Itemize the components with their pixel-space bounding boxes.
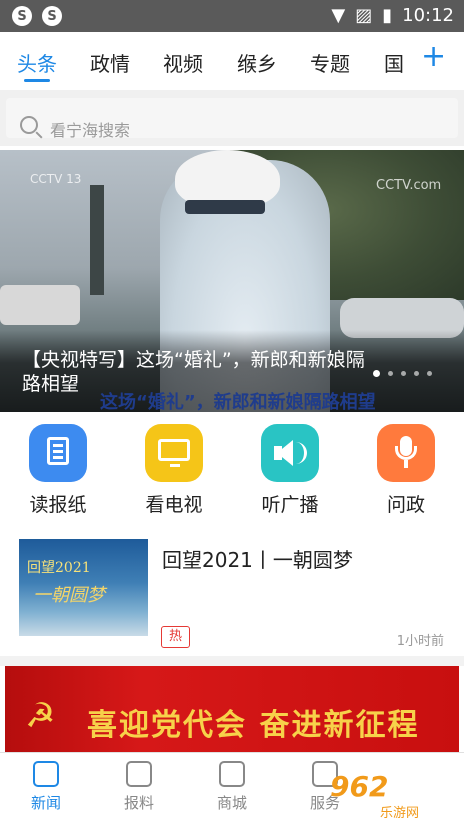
hot-badge: 热 <box>161 626 190 648</box>
quick-label: 看电视 <box>145 494 203 516</box>
promo-text: 喜迎党代会 奋进新征程 <box>87 708 420 743</box>
newspaper-icon <box>33 761 59 787</box>
wifi-icon: ▼ <box>331 5 346 26</box>
cctv-com-logo: CCTV.com <box>376 178 442 193</box>
section-divider <box>0 656 464 666</box>
nav-mall[interactable]: 商城 <box>202 761 262 813</box>
carousel-dot[interactable] <box>414 371 419 376</box>
watermark-logo: 962 <box>330 770 389 803</box>
status-bar: S S ▼ ▨ ▮ 10:12 <box>0 0 464 32</box>
carousel-dot[interactable] <box>401 371 406 376</box>
tab-topics[interactable]: 专题 <box>310 48 350 77</box>
add-channel-icon[interactable]: + <box>421 42 446 72</box>
headline-banner[interactable]: CCTV 13 CCTV.com 【央视特写】这场“婚礼”，新郎和新娘隔路相望 … <box>0 150 464 412</box>
quick-watch-tv[interactable]: 看电视 <box>139 424 209 517</box>
nav-label: 报料 <box>123 794 154 812</box>
channel-tabs: 头条 政情 视频 缑乡 专题 国 + <box>0 32 464 90</box>
active-tab-indicator <box>24 79 50 82</box>
tab-video[interactable]: 视频 <box>163 48 203 77</box>
thumbnail-text: 回望2021 <box>27 560 91 576</box>
banner-subtitle: 这场“婚礼”，新郎和新娘隔路相望 <box>100 392 376 412</box>
carousel-dots <box>373 370 432 377</box>
no-sim-icon: ▨ <box>355 5 373 26</box>
banner-car <box>0 285 80 325</box>
banner-building <box>90 185 104 295</box>
tab-headline[interactable]: 头条 <box>17 48 57 77</box>
news-timestamp: 1小时前 <box>396 634 444 649</box>
nav-label: 商城 <box>216 794 247 812</box>
carousel-dot[interactable] <box>373 370 380 377</box>
nav-news[interactable]: 新闻 <box>16 761 76 813</box>
promo-banner[interactable]: ☭ 喜迎党代会 奋进新征程 <box>5 666 459 754</box>
carousel-dot[interactable] <box>427 371 432 376</box>
tab-national[interactable]: 国 <box>384 48 404 77</box>
quick-read-newspaper[interactable]: 读报纸 <box>23 424 93 517</box>
carousel-dot[interactable] <box>388 371 393 376</box>
party-emblem-icon: ☭ <box>25 696 56 736</box>
news-title: 回望2021丨一朝圆梦 <box>162 548 353 572</box>
quick-entries: 读报纸 看电视 听广播 问政 <box>0 412 464 524</box>
quick-ask-government[interactable]: 问政 <box>371 424 441 517</box>
watermark-text: 乐游网 <box>378 802 422 821</box>
app-notification-icon: S <box>12 6 32 26</box>
news-list-item[interactable]: 回望2021 一朝圆梦 回望2021丨一朝圆梦 热 1小时前 <box>0 526 464 656</box>
cctv-logo: CCTV 13 <box>30 172 82 186</box>
banner-cap-band <box>185 200 265 214</box>
nav-report[interactable]: 报料 <box>109 761 169 813</box>
speaker-icon <box>261 424 319 482</box>
search-input[interactable]: 看宁海搜索 <box>6 98 458 140</box>
quick-listen-radio[interactable]: 听广播 <box>255 424 325 517</box>
newspaper-icon <box>29 424 87 482</box>
shopping-bag-icon <box>219 761 245 787</box>
chat-icon <box>126 761 152 787</box>
quick-label: 听广播 <box>261 494 319 516</box>
thumbnail-text: 一朝圆梦 <box>33 585 105 606</box>
search-bar: 看宁海搜索 <box>0 90 464 146</box>
search-icon <box>20 116 38 134</box>
battery-icon: ▮ <box>382 5 393 26</box>
news-thumbnail: 回望2021 一朝圆梦 <box>19 539 148 636</box>
quick-label: 问政 <box>386 494 425 516</box>
tab-local[interactable]: 缑乡 <box>237 48 277 77</box>
tv-icon <box>145 424 203 482</box>
search-placeholder: 看宁海搜索 <box>50 121 131 140</box>
microphone-icon <box>377 424 435 482</box>
status-time: 10:12 <box>402 5 454 26</box>
tab-politics[interactable]: 政情 <box>90 48 130 77</box>
app-notification-icon: S <box>42 6 62 26</box>
quick-label: 读报纸 <box>29 494 87 516</box>
nav-label: 新闻 <box>30 794 61 812</box>
watermark: 962 乐游网 <box>330 770 460 821</box>
